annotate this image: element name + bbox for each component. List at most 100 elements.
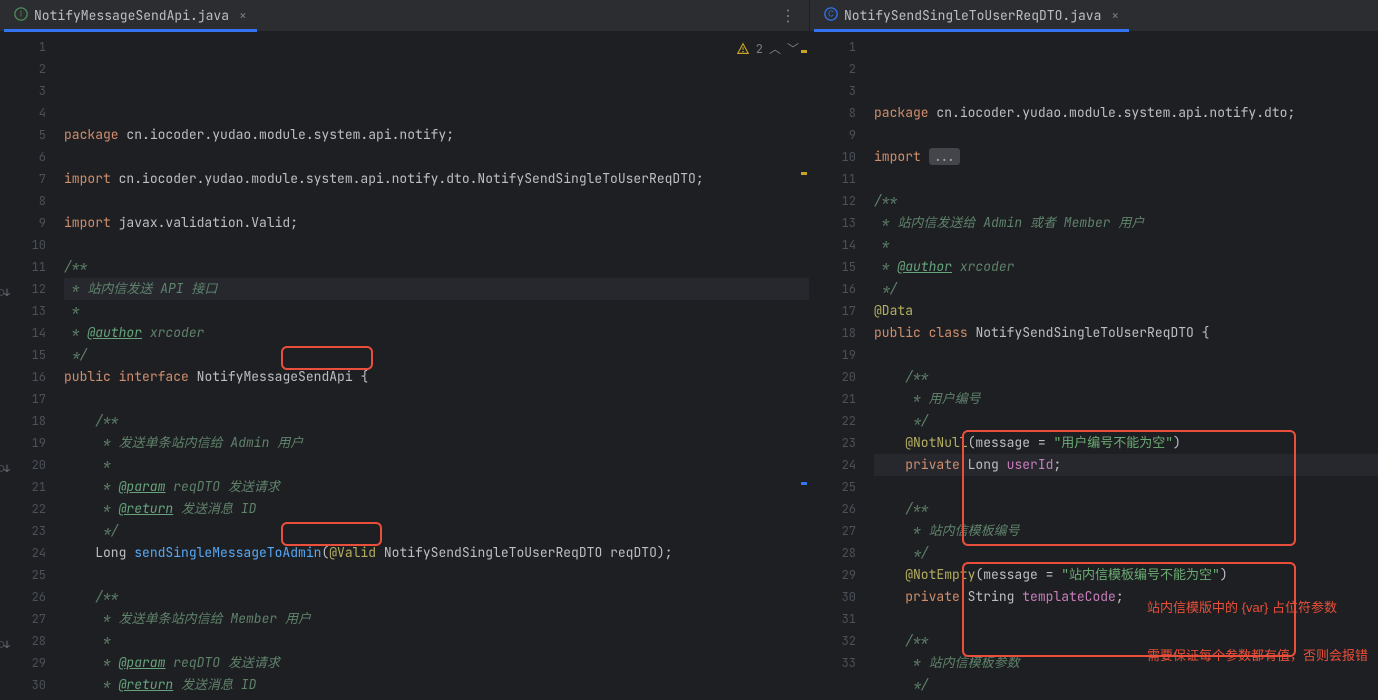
code-line[interactable]: [64, 564, 809, 586]
code-line[interactable]: */: [64, 344, 809, 366]
code-line[interactable]: *: [64, 454, 809, 476]
inspection-widget[interactable]: 2 ︿ ﹀: [736, 38, 799, 60]
line-number: 19: [810, 344, 856, 366]
code-line[interactable]: * 站内信模板编号: [874, 520, 1378, 542]
code-line[interactable]: [874, 344, 1378, 366]
line-number: 3: [810, 80, 856, 102]
line-number: 16: [810, 278, 856, 300]
code-line[interactable]: * 站内信发送 API 接口: [64, 278, 809, 300]
line-number: 29: [810, 564, 856, 586]
right-tabbar: C NotifySendSingleToUserReqDTO.java ×: [810, 0, 1378, 32]
left-editor[interactable]: 123456789101112◯↓1314151617181920◯↓21222…: [0, 32, 809, 700]
line-number: 5: [0, 124, 46, 146]
line-number: 26: [0, 586, 46, 608]
line-number: 23: [810, 432, 856, 454]
code-line[interactable]: * @return 发送消息 ID: [64, 498, 809, 520]
code-line[interactable]: package cn.iocoder.yudao.module.system.a…: [874, 102, 1378, 124]
code-line[interactable]: * @author xrcoder: [874, 256, 1378, 278]
line-number: 18: [0, 410, 46, 432]
code-line[interactable]: [874, 124, 1378, 146]
code-line[interactable]: public interface NotifyMessageSendApi {: [64, 366, 809, 388]
close-icon[interactable]: ×: [1111, 7, 1119, 24]
annotation-line2: 需要保证每个参数都有值，否则会报错: [1147, 648, 1368, 664]
right-gutter: 1238910111213141516171819202122232425262…: [810, 32, 866, 700]
line-number: 26: [810, 498, 856, 520]
code-line[interactable]: */: [874, 410, 1378, 432]
code-line[interactable]: /**: [874, 498, 1378, 520]
code-line[interactable]: public class NotifySendSingleToUserReqDT…: [874, 322, 1378, 344]
code-line[interactable]: @NotNull(message = "用户编号不能为空"): [874, 432, 1378, 454]
code-line[interactable]: */: [874, 542, 1378, 564]
line-number: 6: [0, 146, 46, 168]
line-number: 30: [810, 586, 856, 608]
code-line[interactable]: * 站内信发送给 Admin 或者 Member 用户: [874, 212, 1378, 234]
code-line[interactable]: /**: [64, 256, 809, 278]
code-line[interactable]: *: [874, 234, 1378, 256]
code-line[interactable]: * @return 发送消息 ID: [64, 674, 809, 696]
code-line[interactable]: * 发送单条站内信给 Admin 用户: [64, 432, 809, 454]
code-line[interactable]: * @param reqDTO 发送请求: [64, 652, 809, 674]
code-line[interactable]: import javax.validation.Valid;: [64, 212, 809, 234]
code-line[interactable]: [64, 234, 809, 256]
code-line[interactable]: *: [64, 630, 809, 652]
right-code-area[interactable]: 站内信模版中的 {var} 占位符参数 需要保证每个参数都有值，否则会报错 pa…: [866, 32, 1378, 700]
line-number: 23: [0, 520, 46, 542]
code-line[interactable]: [64, 388, 809, 410]
code-line[interactable]: *: [64, 300, 809, 322]
code-line[interactable]: /**: [64, 586, 809, 608]
code-line[interactable]: /**: [64, 410, 809, 432]
code-line[interactable]: [874, 476, 1378, 498]
code-line[interactable]: private Long userId;: [874, 454, 1378, 476]
chevron-down-icon[interactable]: ﹀: [787, 38, 799, 60]
close-icon[interactable]: ×: [239, 7, 247, 24]
annotation-line1: 站内信模版中的 {var} 占位符参数: [1147, 600, 1368, 616]
code-line[interactable]: @Data: [874, 300, 1378, 322]
code-line[interactable]: [874, 168, 1378, 190]
line-number: 10: [0, 234, 46, 256]
line-number: 17: [810, 300, 856, 322]
code-line[interactable]: */: [64, 520, 809, 542]
code-line[interactable]: import cn.iocoder.yudao.module.system.ap…: [64, 168, 809, 190]
line-number: 32: [810, 630, 856, 652]
code-line[interactable]: */: [64, 696, 809, 700]
line-number: 9: [0, 212, 46, 234]
tab-notify-send-single-dto[interactable]: C NotifySendSingleToUserReqDTO.java ×: [814, 0, 1129, 31]
line-number: 21: [0, 476, 46, 498]
line-number: 19: [0, 432, 46, 454]
code-line[interactable]: private Map<String, Object> templatePara…: [874, 696, 1378, 700]
line-number: 20: [810, 366, 856, 388]
code-line[interactable]: * 用户编号: [874, 388, 1378, 410]
code-line[interactable]: /**: [874, 366, 1378, 388]
code-line[interactable]: * 发送单条站内信给 Member 用户: [64, 608, 809, 630]
line-number: 21: [810, 388, 856, 410]
tab-overflow-icon[interactable]: ⋮: [772, 5, 805, 26]
code-line[interactable]: /**: [874, 190, 1378, 212]
code-line[interactable]: import ...: [874, 146, 1378, 168]
line-number: 17: [0, 388, 46, 410]
left-code-area[interactable]: 2 ︿ ﹀ package cn.iocoder.yudao.module.sy…: [56, 32, 809, 700]
java-interface-icon: I: [14, 7, 28, 25]
chevron-up-icon[interactable]: ︿: [769, 38, 781, 60]
line-number: 14: [0, 322, 46, 344]
scrollbar-warn-mark: [801, 172, 807, 175]
line-number: 14: [810, 234, 856, 256]
code-line[interactable]: [64, 190, 809, 212]
left-gutter: 123456789101112◯↓1314151617181920◯↓21222…: [0, 32, 56, 700]
code-line[interactable]: * @param reqDTO 发送请求: [64, 476, 809, 498]
line-number: 9: [810, 124, 856, 146]
line-number: 1: [810, 36, 856, 58]
line-number: 30: [0, 674, 46, 696]
scrollbar[interactable]: [799, 32, 809, 700]
code-line[interactable]: * @author xrcoder: [64, 322, 809, 344]
code-line[interactable]: Long sendSingleMessageToAdmin(@Valid Not…: [64, 542, 809, 564]
java-class-icon: C: [824, 7, 838, 25]
right-editor[interactable]: 1238910111213141516171819202122232425262…: [810, 32, 1378, 700]
line-number: 16: [0, 366, 46, 388]
code-line[interactable]: [64, 146, 809, 168]
line-number: 27: [810, 520, 856, 542]
code-line[interactable]: package cn.iocoder.yudao.module.system.a…: [64, 124, 809, 146]
scrollbar-warn-mark: [801, 50, 807, 53]
line-number: 11: [810, 168, 856, 190]
tab-notify-message-send-api[interactable]: I NotifyMessageSendApi.java ×: [4, 0, 257, 31]
code-line[interactable]: */: [874, 278, 1378, 300]
